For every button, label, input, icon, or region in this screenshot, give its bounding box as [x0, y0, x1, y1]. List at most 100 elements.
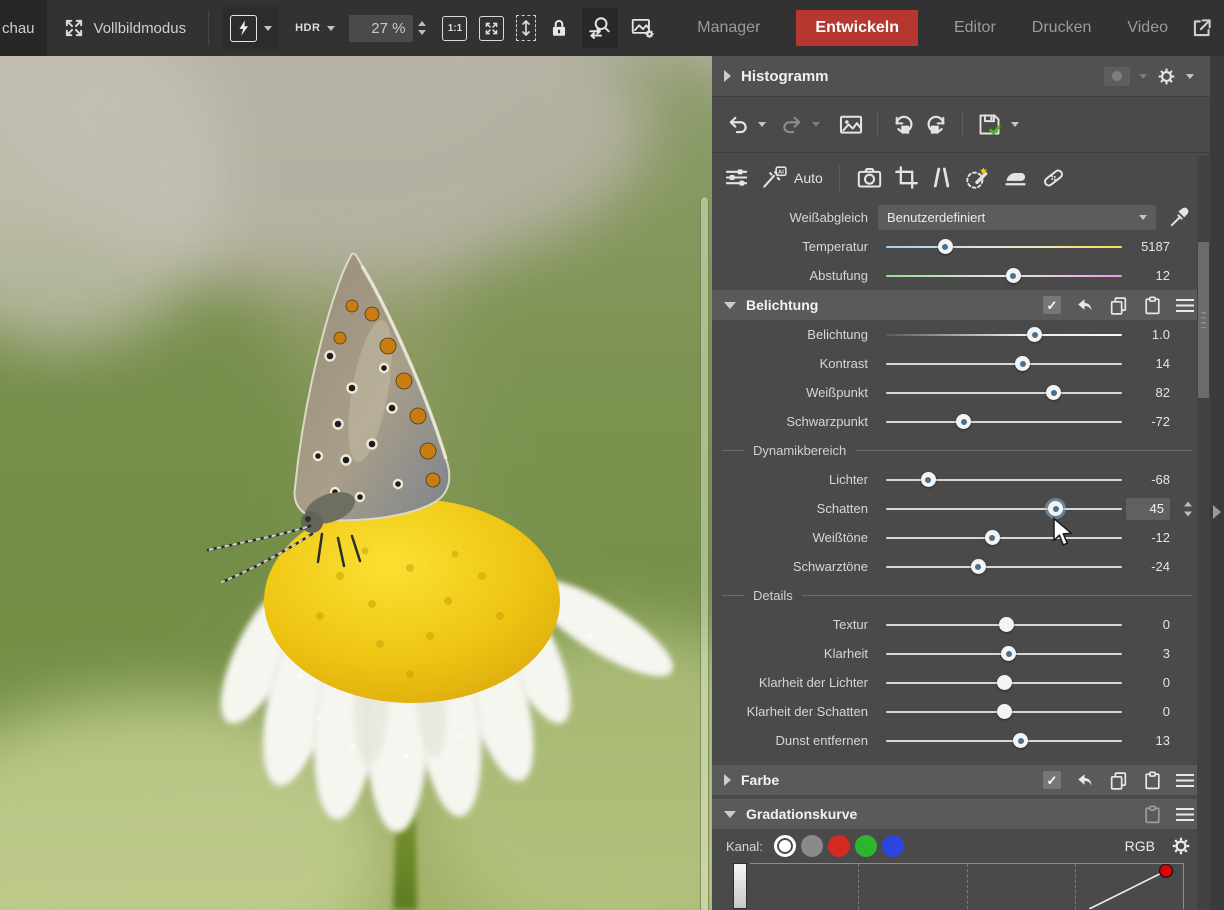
straighten-icon[interactable] — [930, 165, 952, 190]
module-tab-video[interactable]: Video — [1127, 19, 1168, 37]
zoom-spin-down-icon[interactable] — [418, 30, 426, 35]
slider-thumb-schwarzpunkt[interactable] — [956, 414, 971, 429]
image-preview-canvas[interactable] — [0, 56, 712, 910]
slider-track-klarheit-schatten[interactable] — [886, 697, 1122, 726]
slider-value-schatten[interactable]: 45 — [1126, 498, 1170, 520]
slider-track-schwarztoene[interactable] — [886, 552, 1122, 581]
auto-enhance-button[interactable]: AI Auto — [760, 165, 823, 191]
slider-thumb-klarheit-schatten[interactable] — [997, 704, 1012, 719]
hdr-button[interactable]: HDR — [295, 22, 320, 34]
tone-curve-editor[interactable] — [712, 863, 1210, 903]
slider-thumb-weisstoene[interactable] — [985, 530, 1000, 545]
panel-scrollbar-thumb[interactable] — [1198, 242, 1209, 398]
redo-dropdown-caret[interactable] — [812, 122, 820, 127]
preview-vertical-scrollbar[interactable] — [700, 196, 709, 910]
eyedropper-icon[interactable] — [1168, 205, 1192, 229]
slider-track-lichter[interactable] — [886, 465, 1122, 494]
panel-collapse-strip[interactable] — [1210, 56, 1224, 910]
histogram-overlay-caret[interactable] — [1139, 74, 1147, 79]
adjustments-icon[interactable] — [724, 165, 749, 190]
zoom-level-input[interactable]: 27 % — [349, 15, 413, 42]
slider-value-spinbox-schatten[interactable]: 45 — [1122, 498, 1170, 520]
module-tab-manager[interactable]: Manager — [697, 19, 760, 37]
camera-icon[interactable] — [856, 165, 883, 190]
curve-collapse-icon[interactable] — [724, 811, 736, 818]
slider-thumb-lichter[interactable] — [921, 472, 936, 487]
zoom-spinner[interactable] — [418, 21, 426, 35]
slider-thumb-weisspunkt[interactable] — [1046, 385, 1061, 400]
channel-white-selected[interactable] — [774, 835, 796, 857]
white-balance-select[interactable]: Benutzerdefiniert — [878, 205, 1156, 230]
rotate-right-icon[interactable] — [924, 112, 949, 137]
slider-thumb-abstufung[interactable] — [1006, 268, 1021, 283]
slider-track-belichtung[interactable] — [886, 320, 1122, 349]
module-tab-editor[interactable]: Editor — [954, 19, 996, 37]
channel-gray[interactable] — [801, 835, 823, 857]
slider-track-schatten[interactable] — [886, 494, 1122, 523]
copy-icon[interactable] — [1108, 770, 1129, 791]
slider-track-textur[interactable] — [886, 610, 1122, 639]
histogram-settings-caret[interactable] — [1186, 74, 1194, 79]
curve-gear-icon[interactable] — [1170, 835, 1192, 857]
slider-track-weisspunkt[interactable] — [886, 378, 1122, 407]
module-tab-drucken[interactable]: Drucken — [1032, 19, 1092, 37]
slider-track-temperatur[interactable] — [886, 232, 1122, 261]
flash-dropdown-caret[interactable] — [264, 26, 272, 31]
redo-icon[interactable] — [780, 113, 804, 137]
slider-track-klarheit[interactable] — [886, 639, 1122, 668]
color-collapse-icon[interactable] — [724, 774, 731, 786]
color-enabled-checkbox[interactable]: ✓ — [1043, 771, 1061, 789]
image-icon[interactable] — [838, 112, 864, 138]
slider-track-schwarzpunkt[interactable] — [886, 407, 1122, 436]
slider-thumb-dunst-entfernen[interactable] — [1013, 733, 1028, 748]
channel-green[interactable] — [855, 835, 877, 857]
channel-blue[interactable] — [882, 835, 904, 857]
color-section-header[interactable]: Farbe ✓ — [712, 765, 1210, 795]
slider-thumb-temperatur[interactable] — [938, 239, 953, 254]
undo-icon[interactable] — [726, 113, 750, 137]
curve-section-header[interactable]: Gradationskurve — [712, 799, 1210, 829]
slider-thumb-schwarztoene[interactable] — [971, 559, 986, 574]
slider-thumb-textur[interactable] — [999, 617, 1014, 632]
slider-thumb-kontrast[interactable] — [1015, 356, 1030, 371]
copy-icon[interactable] — [1108, 295, 1129, 316]
curve-plot[interactable] — [750, 863, 1184, 909]
exposure-menu-icon[interactable] — [1176, 299, 1194, 312]
panel-collapse-arrow-icon[interactable] — [1213, 505, 1221, 519]
exposure-collapse-icon[interactable] — [724, 302, 736, 309]
paste-icon[interactable] — [1142, 804, 1163, 825]
crop-icon[interactable] — [894, 165, 919, 190]
exposure-section-header[interactable]: Belichtung ✓ — [712, 290, 1210, 320]
hdr-dropdown-caret[interactable] — [327, 26, 335, 31]
slider-thumb-belichtung[interactable] — [1027, 327, 1042, 342]
local-edits-icon[interactable] — [963, 165, 991, 191]
color-menu-icon[interactable] — [1176, 774, 1194, 787]
fit-to-screen-button[interactable] — [479, 12, 504, 44]
slider-thumb-schatten[interactable] — [1048, 501, 1063, 516]
exposure-enabled-checkbox[interactable]: ✓ — [1043, 296, 1061, 314]
slider-thumb-klarheit-lichter[interactable] — [997, 675, 1012, 690]
spin-arrows[interactable] — [1184, 501, 1192, 516]
slider-thumb-klarheit[interactable] — [1001, 646, 1016, 661]
slider-track-abstufung[interactable] — [886, 261, 1122, 290]
histogram-collapse-icon[interactable] — [724, 70, 731, 82]
preview-tab-button[interactable]: chau — [0, 0, 47, 56]
undo-dropdown-caret[interactable] — [758, 122, 766, 127]
save-icon[interactable] — [976, 111, 1003, 138]
paste-icon[interactable] — [1142, 770, 1163, 791]
panel-scrollbar-track[interactable] — [1197, 156, 1210, 910]
gradient-icon[interactable] — [1002, 165, 1029, 190]
histogram-overlay-button[interactable] — [1104, 67, 1130, 86]
fit-height-button[interactable] — [516, 12, 536, 44]
compare-view-button[interactable] — [582, 8, 618, 48]
zoom-1-1-button[interactable]: 1:1 — [442, 12, 467, 44]
curve-menu-icon[interactable] — [1176, 808, 1194, 821]
slider-track-kontrast[interactable] — [886, 349, 1122, 378]
rotate-left-icon[interactable] — [891, 112, 916, 137]
module-tab-entwickeln[interactable]: Entwickeln — [796, 10, 918, 46]
spin-up-icon[interactable] — [1184, 501, 1192, 506]
external-window-button[interactable] — [1190, 12, 1214, 44]
reset-icon[interactable] — [1074, 295, 1095, 316]
zoom-spin-up-icon[interactable] — [418, 21, 426, 26]
channel-red[interactable] — [828, 835, 850, 857]
